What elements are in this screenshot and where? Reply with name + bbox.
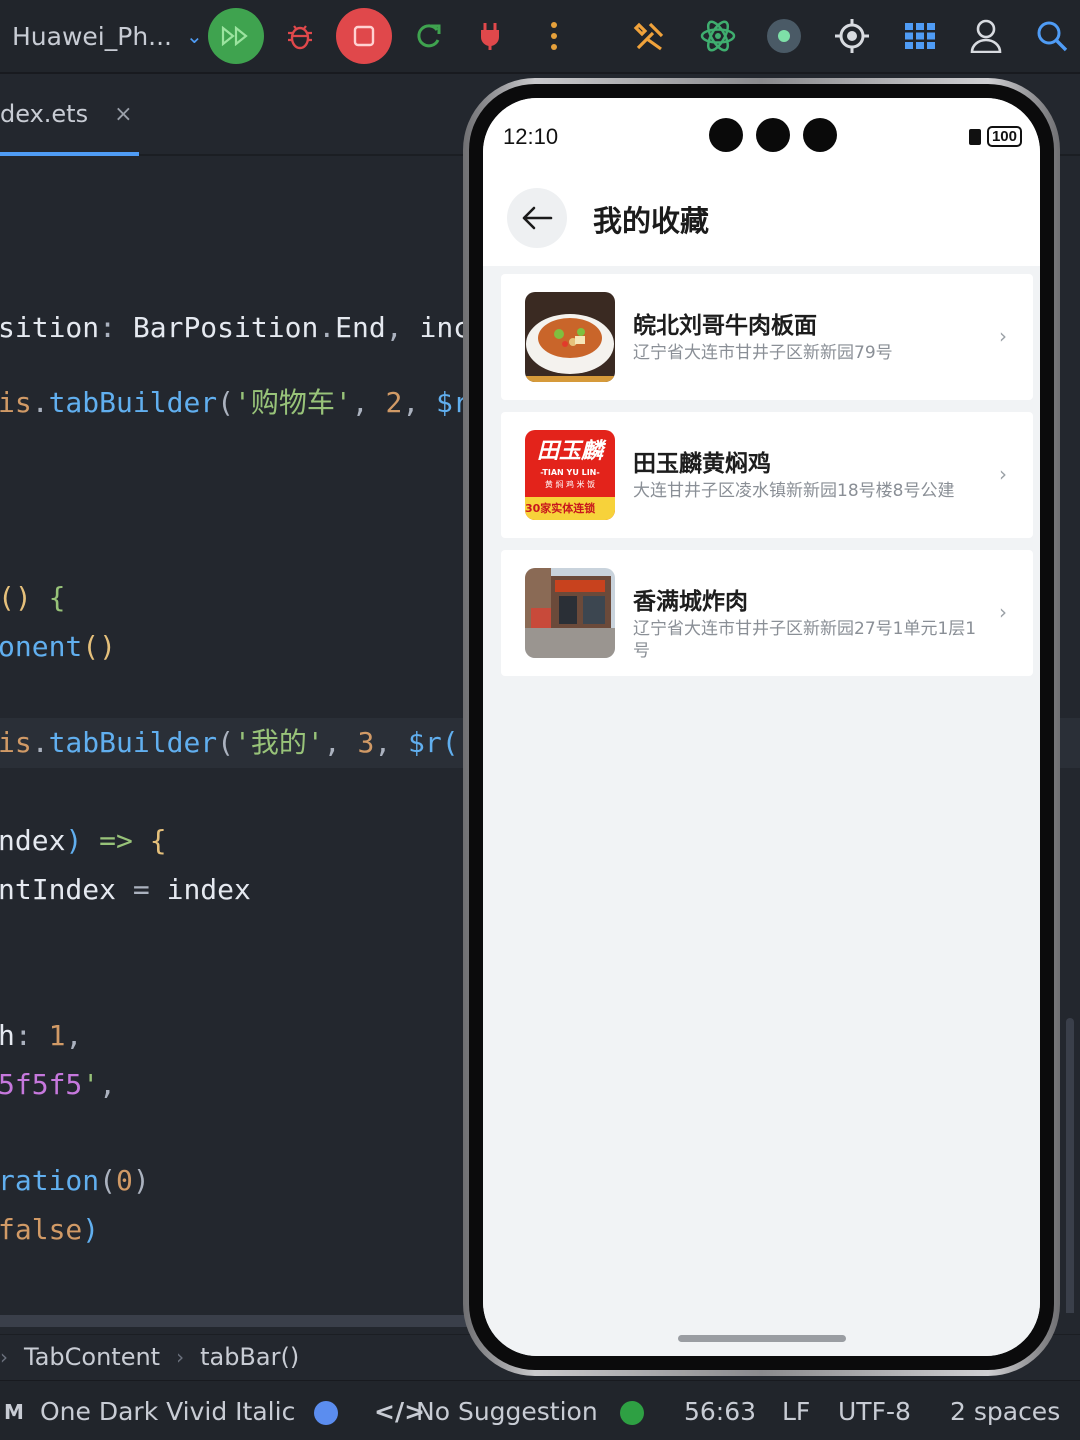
- code-line: ndex) => {: [0, 824, 167, 857]
- favorite-item[interactable]: 皖北刘哥牛肉板面 辽宁省大连市甘井子区新新园79号 ›: [501, 274, 1033, 400]
- debug-bug-icon: [288, 25, 312, 50]
- chevron-right-icon: ›: [999, 324, 1007, 348]
- camera-icon: [709, 118, 743, 152]
- close-icon[interactable]: ×: [114, 102, 132, 127]
- brand-badge: 30家实体连锁: [525, 497, 615, 520]
- user-icon: [970, 19, 1002, 53]
- restaurant-thumbnail: [525, 568, 615, 658]
- restaurant-thumbnail: 田玉麟 -TIAN YU LIN- 黄 焖 鸡 米 饭 30家实体连锁: [525, 430, 615, 520]
- indent-setting[interactable]: 2 spaces: [950, 1397, 1060, 1426]
- battery-level: 100: [986, 126, 1022, 147]
- page-title: 我的收藏: [593, 204, 710, 238]
- restaurant-address: 辽宁省大连市甘井子区新新园27号1单元1层1号: [633, 619, 977, 661]
- cursor-position[interactable]: 56:63: [684, 1397, 756, 1426]
- status-bar: M One Dark Vivid Italic </> No Suggestio…: [0, 1380, 1080, 1440]
- noodle-dish-image: [525, 292, 615, 382]
- breadcrumb-item[interactable]: tabBar(): [200, 1343, 299, 1371]
- profiler-button[interactable]: [690, 8, 746, 64]
- scrollbar-thumb[interactable]: [0, 1315, 520, 1327]
- favorite-item[interactable]: 香满城炸肉 辽宁省大连市甘井子区新新园27号1单元1层1号 ›: [501, 550, 1033, 676]
- build-button[interactable]: [622, 8, 678, 64]
- breadcrumb-separator: ›: [0, 1344, 8, 1369]
- green-status-dot: [620, 1401, 644, 1425]
- device-emulator: 12:10 100 我的收藏 皖北刘哥牛肉板面 辽宁省大连市甘井子区新新园79号…: [463, 78, 1060, 1376]
- code-line: sition: BarPosition.End, inc: [0, 311, 471, 344]
- stop-button[interactable]: [336, 8, 392, 64]
- restaurant-name: 皖北刘哥牛肉板面: [633, 313, 817, 339]
- favorite-item[interactable]: 田玉麟 -TIAN YU LIN- 黄 焖 鸡 米 饭 30家实体连锁 田玉麟黄…: [501, 412, 1033, 538]
- search-icon: [1037, 21, 1068, 52]
- grid-icon: [905, 23, 935, 49]
- battery-indicator: 100: [968, 126, 1022, 147]
- rerun-button[interactable]: [400, 8, 456, 64]
- device-name: Huawei_Ph...: [12, 21, 172, 51]
- code-line: () {: [0, 581, 66, 614]
- record-button[interactable]: [756, 8, 812, 64]
- chevron-right-icon: ›: [999, 462, 1007, 486]
- code-line: ration(0): [0, 1164, 150, 1197]
- chevron-down-icon: ⌄: [186, 24, 203, 48]
- plug-icon: [481, 23, 499, 50]
- account-button[interactable]: [958, 8, 1014, 64]
- more-button[interactable]: [526, 8, 582, 64]
- vertical-scrollbar[interactable]: [1066, 1018, 1074, 1313]
- restaurant-name: 香满城炸肉: [633, 589, 748, 615]
- theme-name[interactable]: One Dark Vivid Italic: [40, 1397, 295, 1426]
- home-indicator[interactable]: [677, 1335, 846, 1342]
- suggestion-status[interactable]: No Suggestion: [416, 1397, 598, 1426]
- storefront-image: [525, 568, 615, 658]
- layout-button[interactable]: [892, 8, 948, 64]
- line-ending[interactable]: LF: [782, 1397, 810, 1426]
- breadcrumb-item[interactable]: TabContent: [24, 1343, 160, 1371]
- phone-status-bar: 12:10 100: [483, 98, 1040, 166]
- file-encoding[interactable]: UTF-8: [838, 1397, 911, 1426]
- phone-bezel: 12:10 100 我的收藏 皖北刘哥牛肉板面 辽宁省大连市甘井子区新新园79号…: [469, 84, 1054, 1370]
- code-line: onent(): [0, 630, 117, 663]
- app-header: 我的收藏: [483, 166, 1040, 266]
- code-line: is.tabBuilder('购物车', 2, $r: [0, 386, 470, 419]
- battery-saver-icon: [968, 128, 981, 145]
- stop-icon: [353, 25, 375, 47]
- active-tab-indicator: [0, 152, 139, 156]
- search-button[interactable]: [1024, 8, 1080, 64]
- run-icon: [221, 26, 248, 46]
- atom-icon: [700, 20, 736, 52]
- code-line: is.tabBuilder('我的', 3, $r(: [0, 726, 459, 759]
- breadcrumb-separator: ›: [176, 1344, 185, 1369]
- rerun-icon: [417, 24, 441, 48]
- code-line: h: 1,: [0, 1019, 83, 1052]
- restaurant-thumbnail: [525, 292, 615, 382]
- device-selector[interactable]: Huawei_Ph... ⌄: [12, 18, 203, 54]
- record-icon: [767, 19, 801, 53]
- restaurant-address: 大连甘井子区凌水镇新新园18号楼8号公建: [633, 481, 955, 501]
- target-icon: [835, 19, 869, 53]
- back-button[interactable]: [507, 188, 567, 248]
- code-line: false): [0, 1213, 100, 1246]
- camera-icon: [803, 118, 837, 152]
- editor-tab[interactable]: dex.ets ×: [0, 100, 133, 128]
- camera-icon: [756, 118, 790, 152]
- ide-toolbar: Huawei_Ph... ⌄: [0, 0, 1080, 74]
- favorites-list: 皖北刘哥牛肉板面 辽宁省大连市甘井子区新新园79号 › 田玉麟 -TIAN YU…: [501, 274, 1033, 688]
- chevron-right-icon: ›: [999, 600, 1007, 624]
- brand-logo-subtext: -TIAN YU LIN-: [540, 468, 600, 477]
- phone-screen[interactable]: 12:10 100 我的收藏 皖北刘哥牛肉板面 辽宁省大连市甘井子区新新园79号…: [483, 98, 1040, 1356]
- code-line: 5f5f5',: [0, 1068, 117, 1101]
- locate-button[interactable]: [824, 8, 880, 64]
- attach-button[interactable]: [462, 8, 518, 64]
- brand-logo-text: 田玉麟: [536, 439, 603, 464]
- blue-status-dot: [314, 1401, 338, 1425]
- code-line: ntIndex = index: [0, 873, 251, 906]
- more-vertical-icon: [551, 22, 557, 50]
- build-tools-icon: [633, 22, 664, 51]
- restaurant-name: 田玉麟黄焖鸡: [633, 451, 771, 477]
- clock: 12:10: [503, 124, 559, 149]
- tab-filename: dex.ets: [0, 100, 89, 128]
- restaurant-address: 辽宁省大连市甘井子区新新园79号: [633, 343, 893, 363]
- debug-button[interactable]: [272, 8, 328, 64]
- run-button[interactable]: [208, 8, 264, 64]
- brand-logo-subtext: 黄 焖 鸡 米 饭: [544, 480, 596, 489]
- arrow-left-icon: [522, 206, 553, 230]
- theme-icon: M: [4, 1400, 24, 1424]
